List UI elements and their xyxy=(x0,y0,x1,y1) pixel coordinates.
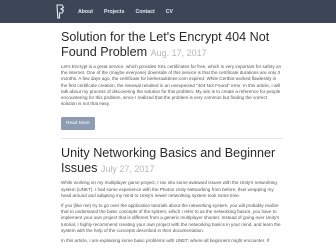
read-more-button[interactable]: Read More xyxy=(61,117,95,131)
excerpt-paragraph: Let's Encrypt is a great service, which … xyxy=(61,64,282,107)
post-title-text[interactable]: Unity Networking Basics and Beginner Iss… xyxy=(61,146,275,175)
post-item: Unity Networking Basics and Beginner Iss… xyxy=(61,146,283,244)
nav-links: About Projects Contact CV xyxy=(78,0,184,23)
top-navbar: About Projects Contact CV xyxy=(0,0,336,23)
post-item: Solution for the Let's Encrypt 404 Not F… xyxy=(61,30,283,131)
excerpt-paragraph: If you (like me) try to go over the appl… xyxy=(61,203,281,233)
post-date: Aug. 17, 2017 xyxy=(150,47,207,58)
post-divider xyxy=(61,138,283,140)
nav-projects-link[interactable]: Projects xyxy=(104,9,124,15)
excerpt-paragraph: While working on my multiplayer game pro… xyxy=(61,180,277,198)
post-excerpt: While working on my multiplayer game pro… xyxy=(61,180,283,244)
post-date: July 27, 2017 xyxy=(100,163,155,174)
post-excerpt: Let's Encrypt is a great service, which … xyxy=(61,64,283,107)
excerpt-paragraph: In this article, I am explaining some ba… xyxy=(61,238,270,244)
nav-cv-link[interactable]: CV xyxy=(166,9,173,15)
nav-contact-link[interactable]: Contact xyxy=(135,9,154,15)
post-title[interactable]: Solution for the Let's Encrypt 404 Not F… xyxy=(61,30,283,60)
post-list: Solution for the Let's Encrypt 404 Not F… xyxy=(61,30,283,248)
site-logo-icon[interactable] xyxy=(55,4,65,19)
nav-about-link[interactable]: About xyxy=(78,9,93,15)
post-title[interactable]: Unity Networking Basics and Beginner Iss… xyxy=(61,146,283,176)
